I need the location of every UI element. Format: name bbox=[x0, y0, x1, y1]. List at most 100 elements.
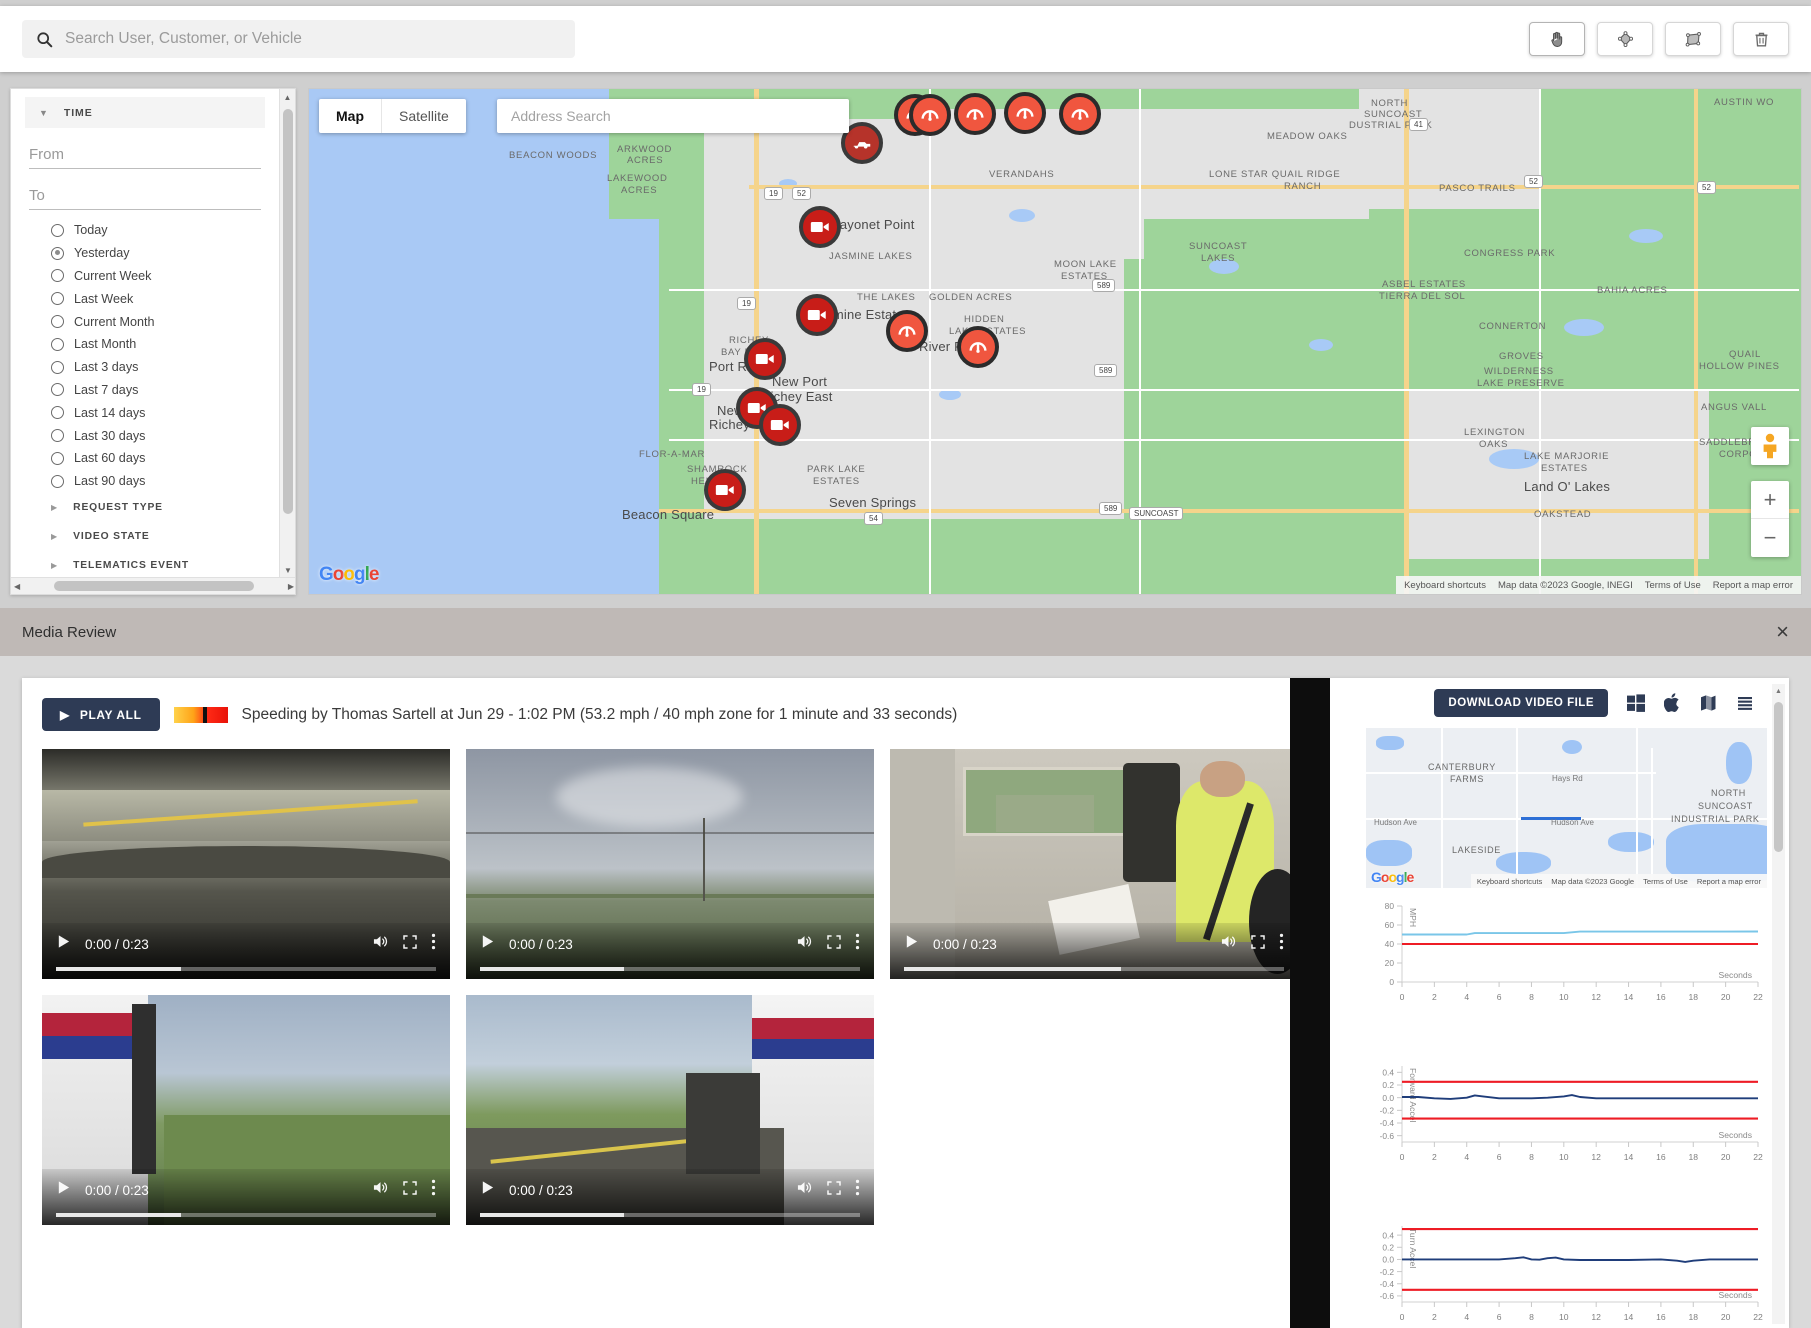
fleet-map[interactable]: HudsonAUSTIN WONORTHSUNCOASTDUSTRIAL PAR… bbox=[308, 88, 1802, 595]
map-marker-video[interactable] bbox=[799, 206, 841, 248]
video-progress-bar[interactable] bbox=[480, 967, 860, 971]
video-driver-cab[interactable]: 0:00 / 0:23 bbox=[890, 749, 1298, 979]
sidebar-section-request-type[interactable]: ▶ REQUEST TYPE bbox=[25, 493, 265, 522]
video-fullscreen-button[interactable] bbox=[403, 934, 417, 954]
video-play-button[interactable] bbox=[480, 934, 495, 954]
video-rear-road[interactable]: 0:00 / 0:23 bbox=[42, 749, 450, 979]
scroll-left-icon[interactable]: ◀ bbox=[14, 582, 20, 591]
map-marker-speeding[interactable] bbox=[1004, 92, 1046, 134]
time-preset-last-14-days[interactable]: Last 14 days bbox=[51, 401, 265, 424]
time-preset-last-90-days[interactable]: Last 90 days bbox=[51, 470, 265, 493]
delete-tool-button[interactable] bbox=[1733, 22, 1789, 56]
video-fullscreen-button[interactable] bbox=[827, 934, 841, 954]
video-volume-button[interactable] bbox=[372, 934, 389, 954]
street-view-pegman[interactable] bbox=[1751, 427, 1789, 465]
scroll-right-icon[interactable]: ▶ bbox=[288, 582, 294, 591]
radio-icon[interactable] bbox=[51, 383, 64, 397]
video-more-options-button[interactable] bbox=[855, 1179, 860, 1201]
map-marker-video[interactable] bbox=[704, 469, 746, 511]
time-preset-current-week[interactable]: Current Week bbox=[51, 265, 265, 288]
map-type-map[interactable]: Map bbox=[319, 99, 382, 133]
radio-icon[interactable] bbox=[51, 223, 64, 237]
video-volume-button[interactable] bbox=[372, 1180, 389, 1200]
radio-icon[interactable] bbox=[51, 474, 64, 488]
map-marker-video[interactable] bbox=[796, 294, 838, 336]
video-left-side[interactable]: 0:00 / 0:23 bbox=[42, 995, 450, 1225]
pan-hand-tool-button[interactable] bbox=[1529, 22, 1585, 56]
sidebar-hscroll-thumb[interactable] bbox=[54, 581, 254, 591]
apple-icon[interactable] bbox=[1664, 693, 1681, 713]
time-preset-last-week[interactable]: Last Week bbox=[51, 287, 265, 310]
date-to-input[interactable] bbox=[29, 187, 261, 210]
minimap-keyboard-shortcuts[interactable]: Keyboard shortcuts bbox=[1477, 877, 1542, 886]
search-input[interactable] bbox=[65, 30, 561, 48]
video-progress-bar[interactable] bbox=[480, 1213, 860, 1217]
video-play-button[interactable] bbox=[56, 1180, 71, 1200]
download-video-file-button[interactable]: DOWNLOAD VIDEO FILE bbox=[1434, 689, 1608, 717]
minimap-terms[interactable]: Terms of Use bbox=[1643, 877, 1688, 886]
date-from-field[interactable] bbox=[25, 146, 265, 169]
rectangle-tool-button[interactable] bbox=[1665, 22, 1721, 56]
windows-icon[interactable] bbox=[1626, 693, 1646, 713]
video-forward-road[interactable]: 0:00 / 0:23 bbox=[466, 749, 874, 979]
terms-of-use-link[interactable]: Terms of Use bbox=[1645, 580, 1701, 591]
map-marker-speeding[interactable] bbox=[886, 310, 928, 352]
radio-icon[interactable] bbox=[51, 360, 64, 374]
radio-icon[interactable] bbox=[51, 269, 64, 283]
map-zoom-out-button[interactable]: − bbox=[1751, 519, 1789, 557]
time-preset-today[interactable]: Today bbox=[51, 219, 265, 242]
address-search[interactable] bbox=[497, 99, 849, 133]
time-preset-last-30-days[interactable]: Last 30 days bbox=[51, 424, 265, 447]
close-icon[interactable]: × bbox=[1776, 621, 1789, 643]
radio-icon[interactable] bbox=[51, 315, 64, 329]
time-preset-last-3-days[interactable]: Last 3 days bbox=[51, 356, 265, 379]
video-right-side[interactable]: 0:00 / 0:23 bbox=[466, 995, 874, 1225]
video-more-options-button[interactable] bbox=[855, 933, 860, 955]
video-volume-button[interactable] bbox=[1220, 934, 1237, 954]
scroll-up-icon[interactable]: ▲ bbox=[280, 89, 295, 105]
map-icon[interactable] bbox=[1699, 693, 1717, 713]
video-more-options-button[interactable] bbox=[431, 933, 436, 955]
map-marker-speeding[interactable] bbox=[1059, 93, 1101, 135]
time-preset-last-month[interactable]: Last Month bbox=[51, 333, 265, 356]
time-preset-last-7-days[interactable]: Last 7 days bbox=[51, 379, 265, 402]
time-preset-last-60-days[interactable]: Last 60 days bbox=[51, 447, 265, 470]
global-search[interactable] bbox=[22, 20, 575, 58]
video-more-options-button[interactable] bbox=[1279, 933, 1284, 955]
video-more-options-button[interactable] bbox=[431, 1179, 436, 1201]
address-search-input[interactable] bbox=[511, 108, 835, 124]
sidebar-section-telematics-event[interactable]: ▶ TELEMATICS EVENT bbox=[25, 551, 265, 580]
polygon-tool-button[interactable] bbox=[1597, 22, 1653, 56]
sidebar-vertical-scrollbar[interactable]: ▲ ▼ bbox=[279, 89, 295, 578]
map-zoom-in-button[interactable]: + bbox=[1751, 481, 1789, 519]
video-progress-bar[interactable] bbox=[904, 967, 1284, 971]
list-icon[interactable] bbox=[1735, 693, 1755, 713]
radio-icon[interactable] bbox=[51, 451, 64, 465]
video-volume-button[interactable] bbox=[796, 934, 813, 954]
date-to-field[interactable] bbox=[25, 187, 265, 210]
video-play-button[interactable] bbox=[480, 1180, 495, 1200]
video-progress-bar[interactable] bbox=[56, 967, 436, 971]
video-fullscreen-button[interactable] bbox=[1251, 934, 1265, 954]
video-play-button[interactable] bbox=[904, 934, 919, 954]
radio-icon[interactable] bbox=[51, 246, 64, 260]
scroll-down-icon[interactable]: ▼ bbox=[280, 562, 295, 578]
video-fullscreen-button[interactable] bbox=[827, 1180, 841, 1200]
date-from-input[interactable] bbox=[29, 146, 261, 169]
sidebar-section-video-state[interactable]: ▶ VIDEO STATE bbox=[25, 522, 265, 551]
radio-icon[interactable] bbox=[51, 292, 64, 306]
time-preset-current-month[interactable]: Current Month bbox=[51, 310, 265, 333]
map-marker-speeding[interactable] bbox=[957, 326, 999, 368]
radio-icon[interactable] bbox=[51, 406, 64, 420]
radio-icon[interactable] bbox=[51, 429, 64, 443]
detail-panel-scrollbar[interactable]: ▲ bbox=[1772, 684, 1785, 1324]
video-fullscreen-button[interactable] bbox=[403, 1180, 417, 1200]
map-marker-speeding[interactable] bbox=[909, 94, 951, 136]
video-volume-button[interactable] bbox=[796, 1180, 813, 1200]
minimap-report-error[interactable]: Report a map error bbox=[1697, 877, 1761, 886]
map-marker-video[interactable] bbox=[744, 338, 786, 380]
detail-scroll-thumb[interactable] bbox=[1774, 702, 1783, 852]
play-all-button[interactable]: ▶ PLAY ALL bbox=[42, 698, 160, 731]
radio-icon[interactable] bbox=[51, 337, 64, 351]
video-progress-bar[interactable] bbox=[56, 1213, 436, 1217]
